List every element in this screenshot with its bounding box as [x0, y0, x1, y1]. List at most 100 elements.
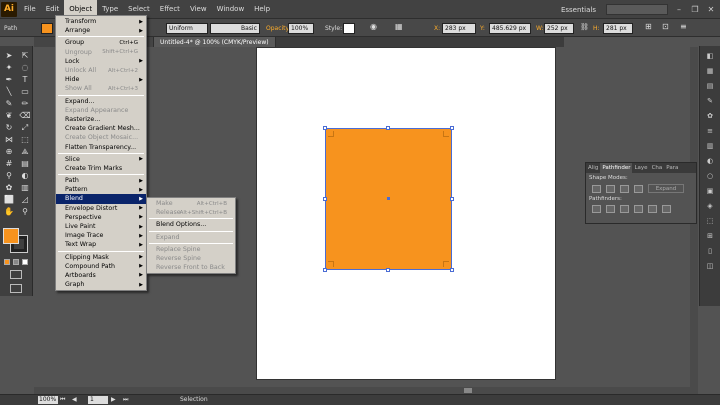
eraser-tool-icon[interactable]: ⌫	[18, 110, 32, 121]
scale-tool-icon[interactable]: ⤢	[18, 122, 32, 133]
gradient-mode-icon[interactable]	[13, 259, 19, 265]
magic-wand-tool-icon[interactable]: ✦	[2, 62, 16, 73]
resize-handle-n[interactable]	[386, 126, 390, 130]
fill-swatch-control[interactable]	[41, 23, 53, 34]
eyedropper-tool-icon[interactable]: ⚲	[2, 170, 16, 181]
mesh-tool-icon[interactable]: #	[2, 158, 16, 169]
menu-view[interactable]: View	[185, 0, 212, 19]
h-field[interactable]: 281 px	[603, 23, 633, 34]
zoom-field[interactable]: 100%	[38, 396, 58, 404]
menu-item-image-trace[interactable]: Image Trace ▶	[56, 231, 146, 240]
resize-handle-nw[interactable]	[323, 126, 327, 130]
rectangle-tool-icon[interactable]: ▭	[18, 86, 32, 97]
x-field[interactable]: 283 px	[442, 23, 476, 34]
lasso-tool-icon[interactable]: ◌	[18, 62, 32, 73]
menu-item-compound-path[interactable]: Compound Path ▶	[56, 262, 146, 271]
menu-help[interactable]: Help	[249, 0, 275, 19]
menu-item-path[interactable]: Path ▶	[56, 176, 146, 185]
menu-item-reverse-front-to-back[interactable]: Reverse Front to Back	[147, 263, 235, 272]
free-transform-tool-icon[interactable]: ⬚	[18, 134, 32, 145]
menu-item-slice[interactable]: Slice ▶	[56, 155, 146, 164]
menu-item-envelope-distort[interactable]: Envelope Distort ▶	[56, 204, 146, 213]
align-panel-icon[interactable]: ▯	[704, 246, 716, 256]
menu-item-perspective[interactable]: Perspective ▶	[56, 213, 146, 222]
drawing-mode-icon[interactable]	[10, 270, 22, 279]
outline-button[interactable]	[648, 205, 657, 213]
divide-button[interactable]	[592, 205, 601, 213]
brush-select[interactable]: Basic	[210, 23, 260, 34]
merge-button[interactable]	[620, 205, 629, 213]
none-mode-icon[interactable]	[22, 259, 28, 265]
artboard-number-field[interactable]: 1	[88, 396, 108, 404]
resize-handle-s[interactable]	[386, 268, 390, 272]
resize-handle-se[interactable]	[450, 268, 454, 272]
minus-front-button[interactable]	[606, 184, 615, 193]
intersect-button[interactable]	[620, 184, 629, 193]
menu-item-live-paint[interactable]: Live Paint ▶	[56, 222, 146, 231]
menu-item-replace-spine[interactable]: Replace Spine	[147, 245, 235, 254]
menu-item-text-wrap[interactable]: Text Wrap ▶	[56, 240, 146, 249]
menu-item-expand[interactable]: Expand...	[56, 97, 146, 106]
menu-item-transform[interactable]: Transform ▶	[56, 17, 146, 26]
color-mode-icon[interactable]	[4, 259, 10, 265]
menu-item-rasterize[interactable]: Rasterize...	[56, 115, 146, 124]
next-artboard-icon[interactable]: ▶	[111, 396, 116, 403]
screen-mode-icon[interactable]	[10, 284, 22, 293]
menu-item-flatten-transparency[interactable]: Flatten Transparency...	[56, 142, 146, 151]
pen-tool-icon[interactable]: ✒	[2, 74, 16, 85]
exclude-button[interactable]	[634, 184, 643, 193]
menu-item-create-object-mosaic[interactable]: Create Object Mosaic...	[56, 133, 146, 142]
blob-brush-tool-icon[interactable]: ❦	[2, 110, 16, 121]
symbols-icon[interactable]: ✿	[704, 111, 716, 121]
trim-button[interactable]	[606, 205, 615, 213]
isolate-icon[interactable]: ⊡	[662, 22, 669, 31]
unite-button[interactable]	[592, 184, 601, 193]
align-icon[interactable]: ▦	[395, 22, 403, 31]
menu-window[interactable]: Window	[212, 0, 250, 19]
menu-item-hide[interactable]: Hide ▶	[56, 75, 146, 84]
style-swatch[interactable]	[343, 23, 355, 34]
menu-file[interactable]: File	[19, 0, 41, 19]
resize-handle-ne[interactable]	[450, 126, 454, 130]
color-panel-icon[interactable]: ◧	[704, 51, 716, 61]
menu-item-expand-appearance[interactable]: Expand Appearance	[56, 106, 146, 115]
menu-item-unlock-all[interactable]: Unlock All Alt+Ctrl+2	[56, 66, 146, 75]
panel-tab-laye[interactable]: Laye	[632, 163, 649, 173]
minimize-icon[interactable]: –	[674, 5, 684, 15]
resize-handle-w[interactable]	[323, 197, 327, 201]
workspace-switcher[interactable]: Essentials	[557, 6, 600, 14]
close-icon[interactable]: ✕	[706, 5, 716, 15]
menu-item-create-gradient-mesh[interactable]: Create Gradient Mesh...	[56, 124, 146, 133]
layers-icon[interactable]: ◈	[704, 201, 716, 211]
column-graph-tool-icon[interactable]: ▥	[18, 182, 32, 193]
zoom-tool-icon[interactable]: ⚲	[18, 206, 32, 217]
shape-builder-tool-icon[interactable]: ⊕	[2, 146, 16, 157]
scroll-thumb[interactable]	[464, 388, 472, 393]
corner-widget[interactable]	[328, 131, 334, 137]
artboard-tool-icon[interactable]: ⬜	[2, 194, 16, 205]
brushes-icon[interactable]: ✎	[704, 96, 716, 106]
slice-tool-icon[interactable]: ◿	[18, 194, 32, 205]
selection-tool-icon[interactable]: ➤	[2, 50, 16, 61]
color-guide-icon[interactable]: ▦	[704, 66, 716, 76]
minus-back-button[interactable]	[662, 205, 671, 213]
last-artboard-icon[interactable]: ⏭	[123, 396, 128, 404]
transform-panel-icon[interactable]: ⊞	[704, 231, 716, 241]
panel-tab-alig[interactable]: Alig	[586, 163, 600, 173]
stroke-profile-select[interactable]: Uniform	[166, 23, 208, 34]
prev-artboard-icon[interactable]: ◀	[72, 396, 77, 403]
direct-selection-tool-icon[interactable]: ⇱	[18, 50, 32, 61]
search-input[interactable]	[606, 4, 668, 15]
menu-item-make[interactable]: Make Alt+Ctrl+B	[147, 199, 235, 208]
menu-item-group[interactable]: Group Ctrl+G	[56, 38, 146, 47]
menu-item-clipping-mask[interactable]: Clipping Mask ▶	[56, 253, 146, 262]
corner-widget[interactable]	[443, 131, 449, 137]
swatches-icon[interactable]: ▤	[704, 81, 716, 91]
panel-tab-cha[interactable]: Cha	[650, 163, 665, 173]
transform-icon[interactable]: ⊞	[645, 22, 652, 31]
symbol-sprayer-tool-icon[interactable]: ✿	[2, 182, 16, 193]
expand-button[interactable]: Expand	[648, 184, 684, 193]
menu-item-pattern[interactable]: Pattern ▶	[56, 185, 146, 194]
menu-item-graph[interactable]: Graph ▶	[56, 280, 146, 289]
horizontal-scrollbar[interactable]	[34, 387, 698, 394]
